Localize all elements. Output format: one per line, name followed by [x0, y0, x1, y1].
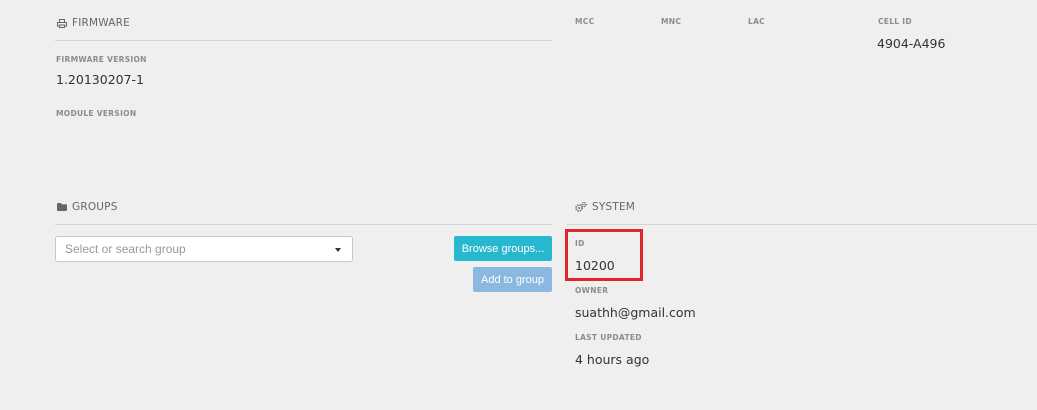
system-id-value: 10200: [575, 258, 615, 273]
cell-id-label: CELL ID: [878, 17, 912, 26]
system-divider: [567, 224, 1037, 225]
firmware-version-value: 1.20130207-1: [56, 72, 145, 87]
add-to-group-button[interactable]: Add to group: [473, 267, 552, 292]
cell-id-value: 4904-A496: [877, 36, 946, 51]
gears-icon: [575, 202, 587, 212]
browse-groups-button[interactable]: Browse groups...: [454, 236, 552, 261]
firmware-divider: [55, 40, 552, 41]
folder-icon: [57, 203, 67, 211]
lac-label: LAC: [748, 17, 765, 26]
groups-section-title: GROUPS: [57, 201, 118, 213]
last-updated-value: 4 hours ago: [575, 352, 650, 367]
mnc-label: MNC: [661, 17, 682, 26]
last-updated-label: LAST UPDATED: [575, 333, 642, 342]
system-title-text: SYSTEM: [592, 201, 636, 213]
mcc-label: MCC: [575, 17, 595, 26]
system-id-label: ID: [575, 239, 585, 248]
printer-icon: [57, 18, 67, 28]
module-version-label: MODULE VERSION: [56, 109, 137, 118]
owner-value: suathh@gmail.com: [575, 305, 696, 320]
group-select-placeholder: Select or search group: [65, 242, 186, 256]
firmware-section-title: FIRMWARE: [57, 17, 130, 29]
caret-down-icon: [335, 248, 341, 252]
id-highlight-box: [565, 229, 643, 281]
group-select[interactable]: Select or search group: [55, 236, 353, 262]
owner-label: OWNER: [575, 286, 609, 295]
groups-divider: [55, 224, 552, 225]
firmware-version-label: FIRMWARE VERSION: [56, 55, 147, 64]
groups-title-text: GROUPS: [72, 201, 118, 213]
firmware-title-text: FIRMWARE: [72, 17, 131, 29]
system-section-title: SYSTEM: [575, 201, 635, 213]
